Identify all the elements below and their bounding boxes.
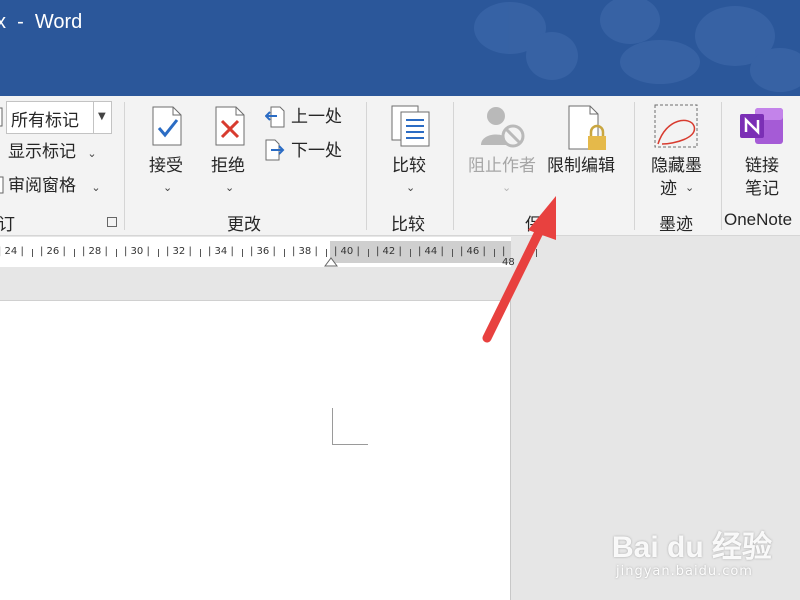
ruler-tick-mark bbox=[494, 249, 495, 257]
margin-corner-mark bbox=[332, 408, 368, 445]
restrict-editing-label: 限制编辑 bbox=[547, 156, 615, 176]
horizontal-ruler[interactable]: | 24 | | 26 | | 28 | | 30 | | 32 | | 34 | | 36… bbox=[0, 237, 537, 279]
previous-change-icon bbox=[265, 106, 285, 128]
window-title: x - Word bbox=[0, 11, 83, 33]
ruler-band bbox=[0, 267, 511, 301]
ruler-tick-label: | 28 | bbox=[82, 246, 108, 257]
reviewing-pane-label: 审阅窗格 bbox=[8, 176, 76, 196]
ruler-tick-mark bbox=[284, 249, 285, 257]
baidu-watermark: Bai du 经验 jingyan.baidu.com bbox=[612, 512, 782, 582]
reviewing-pane-button[interactable]: 审阅窗格 ⌄ bbox=[8, 175, 101, 199]
next-change-icon bbox=[265, 139, 285, 161]
ruler-tick-label: | 44 | bbox=[418, 246, 444, 257]
compare-icon bbox=[391, 105, 430, 147]
title-bar: x - Word bbox=[0, 0, 800, 96]
ribbon: 所有标记 ▼ 显示标记 ⌄ 审阅窗格 ⌄ 订 接受 ⌄ 拒绝 ⌄ 上一处 下一处… bbox=[0, 96, 800, 236]
ruler-tick-mark bbox=[200, 249, 201, 257]
ink-group-label: 墨迹 bbox=[659, 215, 693, 235]
chevron-down-icon: ⌄ bbox=[91, 181, 101, 194]
ruler-tick-label: | 46 | bbox=[460, 246, 486, 257]
onenote-group-label: OneNote bbox=[724, 210, 793, 229]
hide-ink-icon bbox=[654, 104, 698, 148]
compare-label: 比较 bbox=[392, 156, 426, 176]
ruler-tick-label: | 34 | bbox=[208, 246, 234, 257]
divider bbox=[124, 102, 125, 230]
chevron-down-icon: ▼ bbox=[98, 111, 106, 122]
chevron-down-icon: ⌄ bbox=[502, 181, 512, 194]
block-authors-icon bbox=[481, 107, 525, 148]
ruler-tick-label: | 36 | bbox=[250, 246, 276, 257]
word-window: x - Word 所有标记 ▼ 显示标记 ⌄ 审阅窗格 ⌄ 订 接受 ⌄ 拒绝 … bbox=[0, 0, 800, 600]
linked-notes-label-2: 笔记 bbox=[745, 179, 779, 199]
restrict-editing-icon bbox=[568, 105, 606, 150]
ruler-tick-mark bbox=[410, 249, 411, 257]
watermark-url: jingyan.baidu.com bbox=[616, 564, 753, 579]
changes-group-label: 更改 bbox=[227, 215, 261, 235]
ruler-tick-mark bbox=[326, 249, 327, 257]
ruler-tick-mark bbox=[536, 249, 537, 257]
ruler-tick-mark bbox=[452, 249, 453, 257]
divider bbox=[453, 102, 454, 230]
ruler-tick-mark bbox=[158, 249, 159, 257]
ruler-tick-label: | 24 | bbox=[0, 246, 24, 257]
watermark-logo: Bai du 经验 bbox=[612, 531, 773, 564]
chevron-down-icon: ⌄ bbox=[87, 147, 97, 160]
title-bar-pattern bbox=[474, 0, 800, 92]
linked-notes-label-1: 链接 bbox=[745, 156, 779, 176]
ruler-tick-label: | 32 | bbox=[166, 246, 192, 257]
reject-icon bbox=[215, 106, 245, 146]
ruler-tick-mark bbox=[242, 249, 243, 257]
ruler-tick-mark bbox=[116, 249, 117, 257]
accept-label: 接受 bbox=[149, 156, 183, 176]
ruler-tick-label: | 30 | bbox=[124, 246, 150, 257]
ruler-tick-label: | 38 | bbox=[292, 246, 318, 257]
markup-dropdown-value: 所有标记 bbox=[11, 111, 79, 131]
show-markup-label: 显示标记 bbox=[8, 142, 76, 162]
ruler-tick-label: | 26 | bbox=[40, 246, 66, 257]
compare-group-label: 比较 bbox=[391, 215, 425, 235]
ruler-tick-mark bbox=[32, 249, 33, 257]
chevron-down-icon: ⌄ bbox=[163, 181, 173, 194]
hide-ink-label-1: 隐藏墨 bbox=[651, 156, 702, 176]
next-change-label: 下一处 bbox=[291, 141, 342, 161]
accept-icon bbox=[152, 106, 182, 146]
dialog-launcher-icon[interactable] bbox=[107, 217, 117, 227]
divider bbox=[634, 102, 635, 230]
previous-change-label: 上一处 bbox=[291, 107, 342, 127]
ruler-tick-mark bbox=[368, 249, 369, 257]
document-page[interactable] bbox=[0, 301, 511, 600]
divider bbox=[366, 102, 367, 230]
chevron-down-icon: ⌄ bbox=[225, 181, 235, 194]
ruler-tick-mark bbox=[74, 249, 75, 257]
reviewing-pane-icon bbox=[0, 176, 4, 194]
track-changes-icon bbox=[0, 107, 3, 127]
block-authors-label: 阻止作者 bbox=[468, 156, 536, 176]
markup-display-dropdown[interactable]: 所有标记 ▼ bbox=[6, 101, 112, 134]
reject-label: 拒绝 bbox=[211, 156, 245, 176]
divider bbox=[721, 102, 722, 230]
hide-ink-label-2: 迹 bbox=[660, 179, 677, 199]
ruler-tick-label: | 42 | bbox=[376, 246, 402, 257]
onenote-icon bbox=[740, 108, 783, 144]
protect-group-label: 保 bbox=[525, 215, 542, 235]
show-markup-button[interactable]: 显示标记 ⌄ bbox=[8, 141, 97, 165]
chevron-down-icon: ⌄ bbox=[406, 181, 416, 194]
ruler-tick-label: | 40 | bbox=[334, 246, 360, 257]
indent-marker-icon[interactable] bbox=[324, 257, 338, 267]
dropdown-arrow-button[interactable]: ▼ bbox=[93, 102, 111, 133]
chevron-down-icon: ⌄ bbox=[685, 181, 695, 194]
tracking-group-label: 订 bbox=[0, 215, 15, 235]
